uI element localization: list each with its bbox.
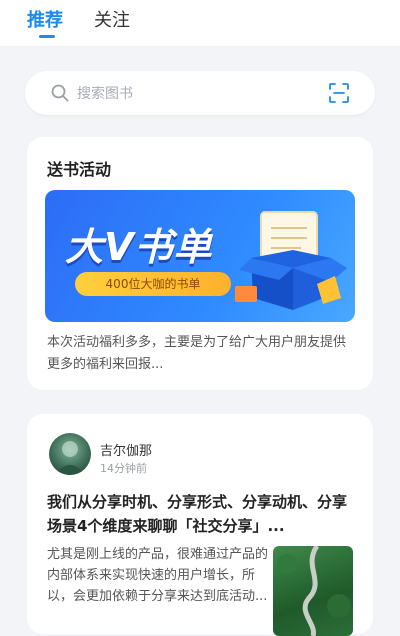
activity-description: 本次活动福利多多，主要是为了给广大用户朋友提供更多的福利来回报... [47,335,347,372]
post-time: 14分钟前 [100,462,147,475]
card-title: 送书活动 [47,160,112,179]
banner-title: 大V书单 [65,225,213,269]
avatar-image [55,441,85,475]
search-bar[interactable] [25,71,375,115]
search-input[interactable] [75,82,299,106]
gift-box-illustration [235,211,347,310]
banner-tag: 400位大咖的书单 [75,272,231,296]
post-title[interactable]: 我们从分享时机、分享形式、分享动机、分享场景4个维度来聊聊「社交分享」... [47,490,357,538]
post-card[interactable]: 吉尔伽那 14分钟前 我们从分享时机、分享形式、分享动机、分享场景4个维度来聊聊… [27,414,373,636]
top-tab-bar: 推荐 关注 [0,0,400,46]
tab-recommend[interactable]: 推荐 [27,10,63,32]
book-giveaway-card: 送书活动 大V书单 400位大咖的书单 本次活动福利多多，主要是为了给广大用户朋… [27,137,373,390]
author-name[interactable]: 吉尔伽那 [100,440,152,459]
tab-follow[interactable]: 关注 [94,10,130,32]
activity-banner[interactable]: 大V书单 400位大咖的书单 [45,190,355,322]
road-thumbnail-image [277,546,351,636]
author-avatar[interactable] [49,433,91,475]
search-icon [51,84,69,102]
post-thumbnail[interactable] [273,546,353,636]
post-excerpt: 尤其是刚上线的产品，很难通过产品的内部体系来实现快速的用户增长，所以，会更加依赖… [47,547,269,604]
scan-icon[interactable] [329,83,349,103]
active-tab-indicator [39,35,55,38]
